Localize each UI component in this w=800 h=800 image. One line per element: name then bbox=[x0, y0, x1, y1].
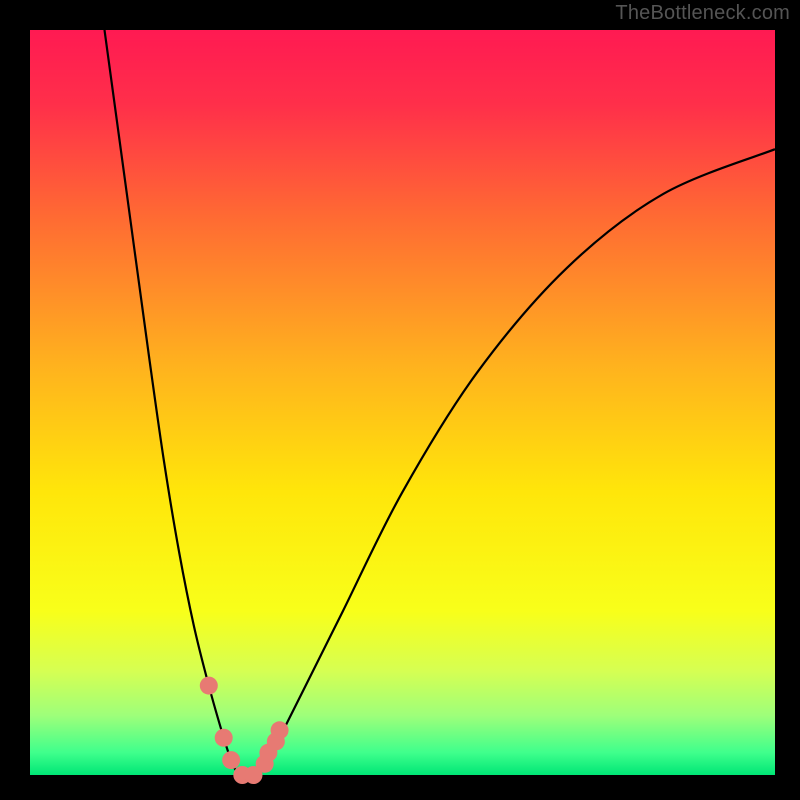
bottleneck-chart bbox=[0, 0, 800, 800]
curve-marker bbox=[215, 729, 233, 747]
curve-marker bbox=[200, 677, 218, 695]
plot-background bbox=[30, 30, 775, 775]
curve-marker bbox=[222, 751, 240, 769]
chart-container: TheBottleneck.com bbox=[0, 0, 800, 800]
curve-marker bbox=[271, 721, 289, 739]
watermark-text: TheBottleneck.com bbox=[615, 2, 790, 25]
